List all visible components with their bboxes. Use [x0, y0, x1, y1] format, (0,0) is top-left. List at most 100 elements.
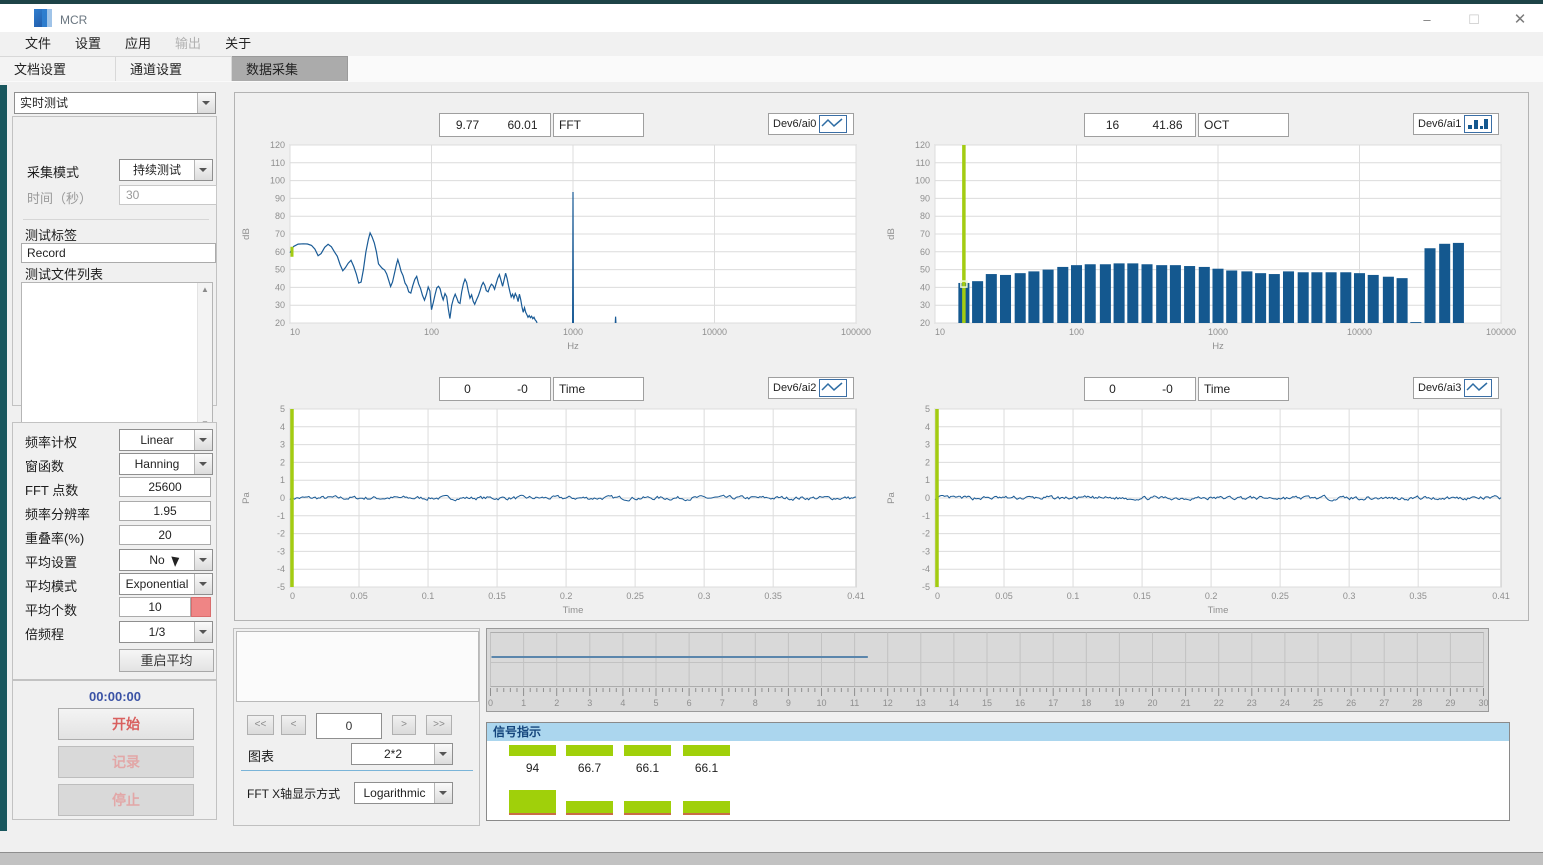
- svg-text:10000: 10000: [1347, 327, 1372, 337]
- fft-chart-plot[interactable]: 2030405060708090100110120101001000100001…: [237, 141, 878, 353]
- app-icon: [34, 9, 52, 27]
- run-control-group: 00:00:00 开始 记录 停止: [12, 680, 217, 820]
- menu-about[interactable]: 关于: [214, 32, 262, 56]
- tab-document-settings[interactable]: 文档设置: [0, 56, 116, 81]
- maximize-icon[interactable]: ☐: [1451, 8, 1497, 32]
- restart-avg-button[interactable]: 重启平均: [119, 649, 214, 672]
- svg-text:40: 40: [920, 282, 930, 292]
- scroll-up-icon[interactable]: ▲: [198, 283, 212, 297]
- signal-baseline-ch4: [683, 813, 730, 815]
- oct-chart-plot[interactable]: 2030405060708090100110120101001000100001…: [882, 141, 1523, 353]
- signal-level-ch3: [624, 801, 671, 813]
- svg-text:70: 70: [275, 229, 285, 239]
- dropdown-arrow-icon[interactable]: [194, 550, 212, 570]
- freq-resolution-field[interactable]: 1.95: [119, 501, 211, 521]
- svg-text:Hz: Hz: [567, 341, 579, 352]
- svg-text:-4: -4: [922, 564, 930, 574]
- mode-select[interactable]: 实时测试: [14, 92, 216, 114]
- svg-text:0: 0: [280, 493, 285, 503]
- svg-text:0: 0: [488, 698, 493, 708]
- dropdown-arrow-icon[interactable]: [194, 622, 212, 642]
- time-ai2-channel-box[interactable]: Dev6/ai2: [768, 377, 854, 399]
- svg-text:30: 30: [920, 300, 930, 310]
- divider: [23, 219, 209, 220]
- time-ai3-channel-box[interactable]: Dev6/ai3: [1413, 377, 1499, 399]
- svg-text:2: 2: [925, 457, 930, 467]
- test-label-field[interactable]: Record: [21, 243, 216, 263]
- signal-bar-ch1: [509, 745, 556, 756]
- menu-file[interactable]: 文件: [14, 32, 62, 56]
- octave-select[interactable]: 1/3: [119, 621, 213, 643]
- svg-text:2: 2: [554, 698, 559, 708]
- oct-type-box[interactable]: OCT: [1198, 113, 1289, 137]
- svg-text:-3: -3: [922, 546, 930, 556]
- time-ai3-chart-plot[interactable]: -5-4-3-2-101234500.050.10.150.20.250.30.…: [882, 405, 1523, 617]
- menu-apply[interactable]: 应用: [114, 32, 162, 56]
- svg-text:100000: 100000: [1486, 327, 1516, 337]
- fft-type-box[interactable]: FFT: [553, 113, 644, 137]
- dropdown-arrow-icon[interactable]: [197, 93, 215, 113]
- svg-text:0.1: 0.1: [1067, 591, 1080, 601]
- signal-level-ch2: [566, 801, 613, 813]
- svg-text:21: 21: [1181, 698, 1191, 708]
- time-ai3-type-box[interactable]: Time: [1198, 377, 1289, 401]
- overlap-field[interactable]: 20: [119, 525, 211, 545]
- svg-text:100000: 100000: [841, 327, 871, 337]
- dropdown-arrow-icon[interactable]: [194, 430, 212, 450]
- signal-level-ch1: [509, 790, 556, 813]
- fft-xaxis-select[interactable]: Logarithmic: [354, 782, 453, 804]
- nav-index-field[interactable]: 0: [316, 713, 382, 739]
- test-file-list[interactable]: ▲ ▼: [21, 282, 213, 432]
- tab-channel-settings[interactable]: 通道设置: [116, 56, 232, 81]
- avg-setting-select[interactable]: No: [119, 549, 213, 571]
- record-timeline[interactable]: 0123456789101112131415161718192021222324…: [486, 628, 1489, 712]
- line-chart-icon: [819, 379, 847, 397]
- svg-text:-1: -1: [922, 511, 930, 521]
- close-icon[interactable]: ✕: [1497, 8, 1543, 32]
- chart-layout-select[interactable]: 2*2: [351, 743, 453, 765]
- dropdown-arrow-icon[interactable]: [194, 160, 212, 180]
- avg-mode-select[interactable]: Exponential: [119, 573, 213, 595]
- nav-next-button[interactable]: >: [392, 715, 416, 735]
- tab-data-acquisition[interactable]: 数据采集: [232, 56, 348, 81]
- svg-text:-3: -3: [277, 546, 285, 556]
- avg-count-field[interactable]: 10: [119, 597, 191, 617]
- time-chart-cell-ai2: 0-0 Time Dev6/ai2 -5-4-3-2-101234500.050…: [237, 357, 882, 619]
- svg-text:dB: dB: [241, 228, 252, 240]
- svg-text:10: 10: [935, 327, 945, 337]
- svg-text:120: 120: [270, 141, 285, 150]
- nav-last-button[interactable]: >>: [426, 715, 452, 735]
- nav-prev-button[interactable]: <: [281, 715, 306, 735]
- svg-text:13: 13: [916, 698, 926, 708]
- start-button[interactable]: 开始: [58, 708, 194, 740]
- svg-text:5: 5: [280, 405, 285, 414]
- time-ai2-type-box[interactable]: Time: [553, 377, 644, 401]
- window-left-edge: [0, 85, 7, 831]
- svg-text:50: 50: [275, 265, 285, 275]
- svg-text:16: 16: [1015, 698, 1025, 708]
- dropdown-arrow-icon[interactable]: [434, 744, 452, 764]
- window-function-select[interactable]: Hanning: [119, 453, 213, 475]
- titlebar: MCR – ☐ ✕: [0, 4, 1543, 32]
- menu-settings[interactable]: 设置: [64, 32, 112, 56]
- list-scrollbar[interactable]: ▲ ▼: [197, 283, 212, 431]
- dropdown-arrow-icon[interactable]: [434, 783, 452, 803]
- dropdown-arrow-icon[interactable]: [194, 574, 212, 594]
- svg-text:20: 20: [1147, 698, 1157, 708]
- fft-channel-box[interactable]: Dev6/ai0: [768, 113, 854, 135]
- svg-text:10000: 10000: [702, 327, 727, 337]
- dropdown-arrow-icon[interactable]: [194, 454, 212, 474]
- timeline-plot[interactable]: 0123456789101112131415161718192021222324…: [487, 629, 1488, 711]
- oct-channel-box[interactable]: Dev6/ai1: [1413, 113, 1499, 135]
- param-label-freq-resolution: 频率分辨率: [25, 504, 90, 523]
- svg-text:5: 5: [925, 405, 930, 414]
- time-ai2-chart-plot[interactable]: -5-4-3-2-101234500.050.10.150.20.250.30.…: [237, 405, 878, 617]
- fft-points-field[interactable]: 25600: [119, 477, 211, 497]
- nav-first-button[interactable]: <<: [247, 715, 274, 735]
- elapsed-timer: 00:00:00: [13, 689, 217, 704]
- minimize-icon[interactable]: –: [1404, 8, 1450, 32]
- svg-text:0.05: 0.05: [995, 591, 1013, 601]
- signal-value-ch1: 94: [509, 761, 556, 775]
- acq-mode-select[interactable]: 持续测试: [119, 159, 213, 181]
- weighting-select[interactable]: Linear: [119, 429, 213, 451]
